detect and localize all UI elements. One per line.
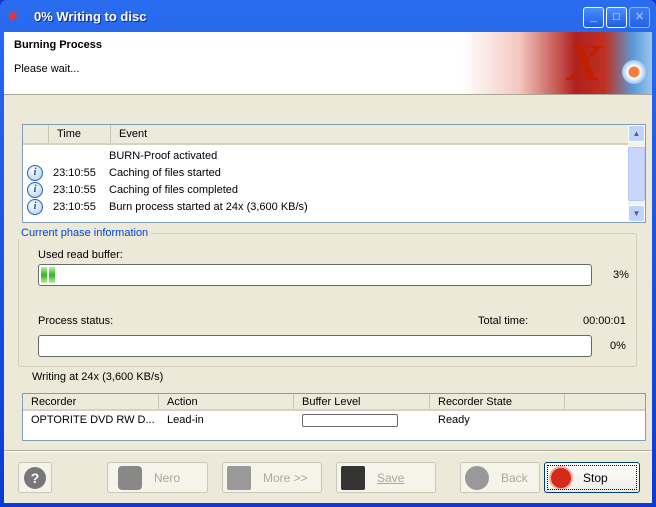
stop-label: Stop bbox=[583, 470, 608, 485]
header-banner: Burning Process Please wait... X bbox=[4, 32, 652, 95]
info-icon: i bbox=[27, 164, 43, 181]
disc-icon bbox=[622, 60, 646, 84]
more-button[interactable]: More >> bbox=[222, 462, 322, 493]
more-label: More >> bbox=[263, 470, 308, 485]
recorder-name: OPTORITE DVD RW D... bbox=[31, 414, 155, 426]
col-recorder[interactable]: Recorder bbox=[23, 394, 159, 409]
back-button[interactable]: Back bbox=[460, 462, 540, 493]
save-button[interactable]: Save bbox=[336, 462, 436, 493]
back-label: Back bbox=[501, 470, 528, 485]
brand-logo: X bbox=[462, 32, 652, 94]
recorder-header: Recorder Action Buffer Level Recorder St… bbox=[23, 394, 645, 411]
dialog-window: ✷ 0% Writing to disc _ □ ✕ Burning Proce… bbox=[0, 0, 656, 507]
log-time: 23:10:55 bbox=[53, 200, 96, 213]
nero-flame-icon: ✷ bbox=[7, 8, 19, 24]
back-arrow-icon bbox=[465, 465, 489, 490]
recorder-table[interactable]: Recorder Action Buffer Level Recorder St… bbox=[22, 393, 646, 441]
log-event: Burn process started at 24x (3,600 KB/s) bbox=[109, 200, 308, 213]
col-icon[interactable] bbox=[23, 125, 49, 143]
more-window-icon bbox=[227, 465, 251, 490]
scroll-up-icon[interactable]: ▲ bbox=[628, 125, 645, 142]
scroll-thumb[interactable] bbox=[628, 147, 645, 201]
divider bbox=[4, 450, 652, 452]
event-log-list[interactable]: Time Event BURN-Proof activated i 23:10:5… bbox=[22, 124, 646, 223]
phase-group-label: Current phase information bbox=[18, 227, 152, 239]
maximize-button[interactable]: □ bbox=[606, 7, 627, 28]
help-button[interactable]: ? bbox=[18, 462, 52, 493]
nero-flame-icon bbox=[118, 465, 142, 490]
col-time[interactable]: Time bbox=[49, 125, 111, 143]
stop-button[interactable]: Stop bbox=[544, 462, 640, 493]
log-time: 23:10:55 bbox=[53, 183, 96, 196]
header-title: Burning Process bbox=[14, 39, 103, 51]
floppy-disk-icon bbox=[341, 465, 365, 490]
recorder-state: Ready bbox=[438, 414, 470, 426]
log-event: Caching of files completed bbox=[109, 183, 239, 196]
log-scrollbar[interactable]: ▲ ▼ bbox=[628, 125, 645, 222]
process-label: Process status: bbox=[38, 315, 114, 327]
total-time-value: 00:00:01 bbox=[583, 315, 626, 327]
process-status-bar bbox=[38, 335, 592, 357]
title-bar[interactable]: ✷ 0% Writing to disc _ □ ✕ bbox=[0, 0, 656, 32]
buffer-level-bar bbox=[302, 413, 398, 427]
close-button[interactable]: ✕ bbox=[629, 7, 650, 28]
writing-status: Writing at 24x (3,600 KB/s) bbox=[32, 371, 164, 383]
nero-button[interactable]: Nero bbox=[107, 462, 208, 493]
progress-segment bbox=[41, 267, 47, 283]
minimize-button[interactable]: _ bbox=[583, 7, 604, 28]
log-event: Caching of files started bbox=[109, 166, 221, 179]
log-header: Time Event bbox=[23, 125, 629, 145]
buffer-label: Used read buffer: bbox=[38, 249, 123, 261]
log-row: i 23:10:55 Burn process started at 24x (3,… bbox=[23, 198, 629, 215]
info-icon: i bbox=[27, 181, 43, 198]
info-icon: i bbox=[27, 198, 43, 215]
recorder-action: Lead-in bbox=[167, 414, 204, 426]
log-row: i 23:10:55 Caching of files completed bbox=[23, 181, 629, 198]
col-action[interactable]: Action bbox=[159, 394, 294, 409]
col-buffer-level[interactable]: Buffer Level bbox=[294, 394, 430, 409]
process-percent: 0% bbox=[610, 340, 626, 352]
total-time-label: Total time: bbox=[478, 315, 529, 327]
col-event[interactable]: Event bbox=[111, 125, 629, 143]
nero-label: Nero bbox=[154, 470, 181, 485]
log-event: BURN-Proof activated bbox=[109, 149, 218, 162]
window-title: 0% Writing to disc bbox=[34, 9, 147, 24]
recorder-row[interactable]: OPTORITE DVD RW D... Lead-in Ready bbox=[23, 411, 645, 429]
log-time: 23:10:55 bbox=[53, 166, 96, 179]
dialog-body: Burning Process Please wait... X Time Ev… bbox=[4, 32, 652, 503]
buffer-percent: 3% bbox=[613, 269, 629, 281]
log-row: BURN-Proof activated bbox=[23, 147, 629, 164]
progress-segment bbox=[49, 267, 55, 283]
log-row: i 23:10:55 Caching of files started bbox=[23, 164, 629, 181]
header-subtitle: Please wait... bbox=[14, 63, 80, 75]
stop-hand-icon bbox=[549, 465, 573, 490]
save-label: Save bbox=[377, 470, 405, 485]
col-recorder-state[interactable]: Recorder State bbox=[430, 394, 565, 409]
scroll-down-icon[interactable]: ▼ bbox=[628, 205, 645, 222]
help-icon: ? bbox=[24, 466, 46, 489]
read-buffer-bar bbox=[38, 264, 592, 286]
